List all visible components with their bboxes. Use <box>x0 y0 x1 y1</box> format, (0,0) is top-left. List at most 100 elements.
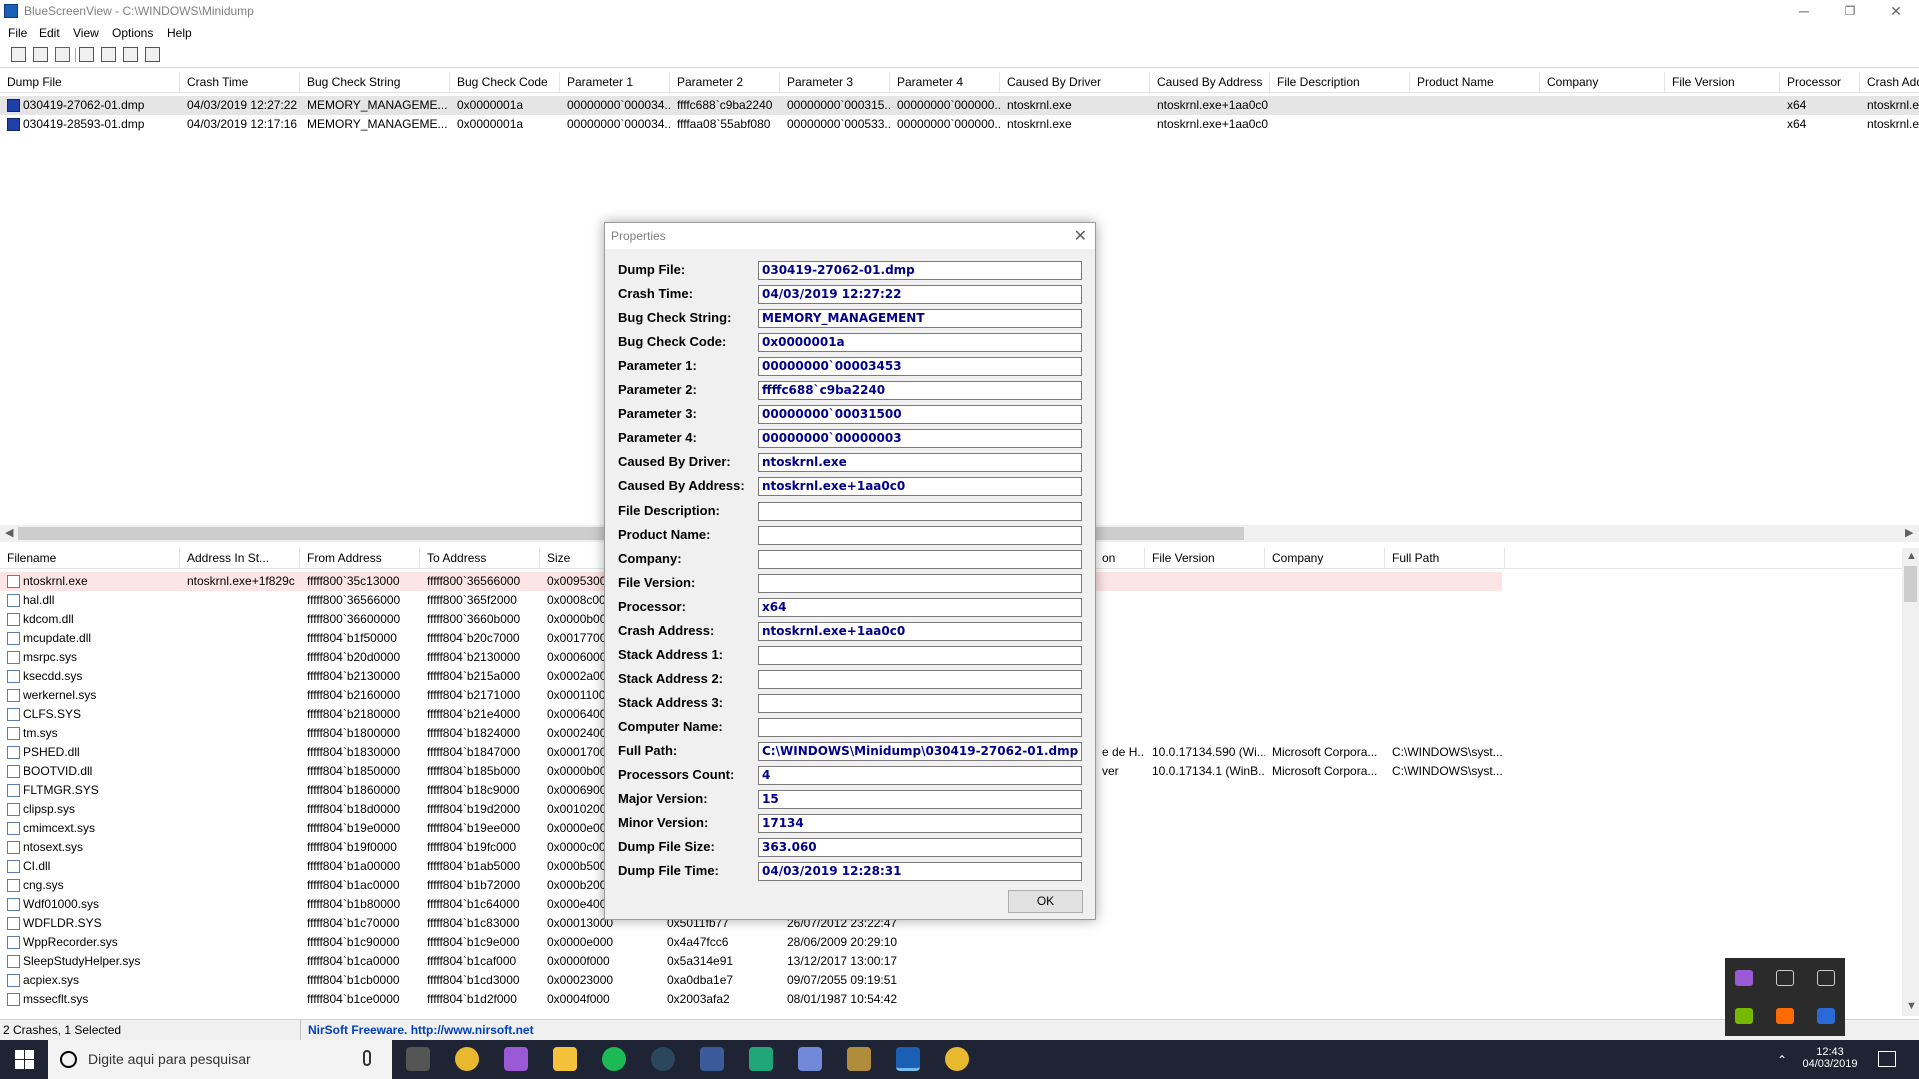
table-row[interactable]: mssecflt.sys fffff804`b1ce0000 fffff804`b1… <box>0 990 1502 1009</box>
vertical-scrollbar[interactable]: ▲ ▼ <box>1902 548 1919 1016</box>
table-row[interactable]: acpiex.sys fffff804`b1cb0000 fffff804`b1cd… <box>0 971 1502 990</box>
field-value[interactable] <box>758 573 1082 593</box>
properties-icon[interactable] <box>101 47 116 62</box>
scroll-left-icon[interactable]: ◀ <box>5 526 13 539</box>
field-value[interactable]: 00000000`00003453 <box>758 357 1082 377</box>
field-value[interactable]: 04/03/2019 12:27:22 <box>758 285 1082 305</box>
restore-button[interactable]: ❐ <box>1827 0 1873 24</box>
notes-icon[interactable] <box>700 1047 724 1071</box>
column-parameter-2[interactable]: Parameter 2 <box>670 72 780 93</box>
menu-edit[interactable]: Edit <box>39 26 60 40</box>
show-hidden-icons-icon[interactable]: ⌃ <box>1777 1053 1787 1067</box>
discord-icon[interactable] <box>798 1047 822 1071</box>
field-value[interactable]: 04/03/2019 12:28:31 <box>758 862 1082 882</box>
html-report-icon[interactable] <box>11 47 26 62</box>
field-value[interactable]: ntoskrnl.exe <box>758 453 1082 473</box>
field-value[interactable]: ffffc688`c9ba2240 <box>758 381 1082 401</box>
network-icon[interactable] <box>1776 970 1794 986</box>
gamepad-icon[interactable] <box>749 1047 773 1071</box>
field-value[interactable]: 0x0000001a <box>758 333 1082 353</box>
field-value[interactable] <box>758 717 1082 737</box>
field-value[interactable] <box>758 669 1082 689</box>
field-value[interactable]: 00000000`00000003 <box>758 429 1082 449</box>
file-explorer-icon[interactable] <box>553 1047 577 1071</box>
field-value[interactable]: 4 <box>758 766 1082 786</box>
menu-options[interactable]: Options <box>112 26 153 40</box>
search-placeholder[interactable]: Digite aqui para pesquisar <box>88 1051 251 1067</box>
calculator-icon[interactable] <box>406 1047 430 1071</box>
scroll-right-icon[interactable]: ▶ <box>1905 526 1913 539</box>
ok-button[interactable]: OK <box>1008 890 1083 913</box>
feather-icon[interactable] <box>504 1047 528 1071</box>
field-value[interactable] <box>758 525 1082 545</box>
column-crash-address[interactable]: Crash Address <box>1860 72 1919 93</box>
close-button[interactable]: ✕ <box>1873 0 1919 24</box>
column-filename[interactable]: Filename <box>0 548 180 569</box>
steam-icon[interactable] <box>651 1047 675 1071</box>
feather-tray-icon[interactable] <box>1735 970 1753 986</box>
find-icon[interactable] <box>123 47 138 62</box>
field-value[interactable]: x64 <box>758 597 1082 617</box>
menu-help[interactable]: Help <box>167 26 192 40</box>
column-bug-check-code[interactable]: Bug Check Code <box>450 72 560 93</box>
table-row[interactable]: SleepStudyHelper.sys fffff804`b1ca0000 fff… <box>0 952 1502 971</box>
taskbar-search[interactable]: Digite aqui para pesquisar <box>48 1040 392 1079</box>
column-to-address[interactable]: To Address <box>420 548 540 569</box>
refresh-icon[interactable] <box>55 47 70 62</box>
table-row[interactable]: WppRecorder.sys fffff804`b1c90000 fffff804… <box>0 933 1502 952</box>
field-value[interactable]: 17134 <box>758 814 1082 834</box>
bluescreenview-icon[interactable] <box>896 1047 920 1071</box>
column-processor[interactable]: Processor <box>1780 72 1860 93</box>
scroll-thumb[interactable] <box>1904 566 1917 602</box>
field-value[interactable]: MEMORY_MANAGEMENT <box>758 309 1082 329</box>
avast-icon[interactable] <box>1776 1008 1794 1024</box>
column-file-version[interactable]: File Version <box>1145 548 1265 569</box>
exit-icon[interactable] <box>145 47 160 62</box>
column-caused-by-address[interactable]: Caused By Address <box>1150 72 1270 93</box>
nvidia-icon[interactable] <box>1735 1008 1753 1024</box>
column-file-description[interactable]: File Description <box>1270 72 1410 93</box>
dialog-close-icon[interactable]: ✕ <box>1074 226 1087 246</box>
column-address-in-stack[interactable]: Address In St... <box>180 548 300 569</box>
field-value[interactable]: 030419-27062-01.dmp <box>758 261 1082 280</box>
volume-icon[interactable] <box>1817 970 1835 986</box>
field-value[interactable]: 15 <box>758 790 1082 810</box>
field-value[interactable] <box>758 549 1082 569</box>
column-full-path[interactable]: Full Path <box>1385 548 1505 569</box>
scroll-down-icon[interactable]: ▼ <box>1906 1000 1917 1012</box>
field-value[interactable]: 00000000`00031500 <box>758 405 1082 425</box>
microphone-icon[interactable] <box>363 1050 371 1066</box>
crash-row[interactable]: 030419-27062-01.dmp 04/03/2019 12:27:22 ME… <box>0 96 1919 115</box>
column-caused-by-driver[interactable]: Caused By Driver <box>1000 72 1150 93</box>
column-company[interactable]: Company <box>1540 72 1665 93</box>
column-description-partial[interactable]: on <box>1095 548 1145 569</box>
nirsoft-link[interactable]: NirSoft Freeware. http://www.nirsoft.net <box>308 1023 534 1037</box>
column-crash-time[interactable]: Crash Time <box>180 72 300 93</box>
start-button[interactable] <box>0 1040 48 1079</box>
column-from-address[interactable]: From Address <box>300 548 420 569</box>
column-parameter-3[interactable]: Parameter 3 <box>780 72 890 93</box>
column-company[interactable]: Company <box>1265 548 1385 569</box>
chrome-icon[interactable] <box>455 1047 479 1071</box>
menu-view[interactable]: View <box>73 26 99 40</box>
column-bug-check-string[interactable]: Bug Check String <box>300 72 450 93</box>
chrome-icon[interactable] <box>945 1047 969 1071</box>
field-value[interactable]: ntoskrnl.exe+1aa0c0 <box>758 621 1082 641</box>
column-product-name[interactable]: Product Name <box>1410 72 1540 93</box>
notification-icon[interactable] <box>1878 1051 1896 1067</box>
crash-row[interactable]: 030419-28593-01.dmp 04/03/2019 12:17:16 ME… <box>0 115 1919 134</box>
app-tray-icon[interactable] <box>1817 1008 1835 1024</box>
field-value[interactable] <box>758 693 1082 713</box>
scroll-up-icon[interactable]: ▲ <box>1906 550 1917 562</box>
column-file-version[interactable]: File Version <box>1665 72 1780 93</box>
column-dump-file[interactable]: Dump File <box>0 72 180 93</box>
league-icon[interactable] <box>847 1047 871 1071</box>
minimize-button[interactable]: ─ <box>1781 0 1827 24</box>
field-value[interactable]: C:\WINDOWS\Minidump\030419-27062-01.dmp <box>758 742 1082 761</box>
field-value[interactable] <box>758 645 1082 665</box>
field-value[interactable]: ntoskrnl.exe+1aa0c0 <box>758 477 1082 497</box>
spotify-icon[interactable] <box>602 1047 626 1071</box>
field-value[interactable]: 363.060 <box>758 838 1082 858</box>
field-value[interactable] <box>758 501 1082 521</box>
copy-icon[interactable] <box>79 47 94 62</box>
